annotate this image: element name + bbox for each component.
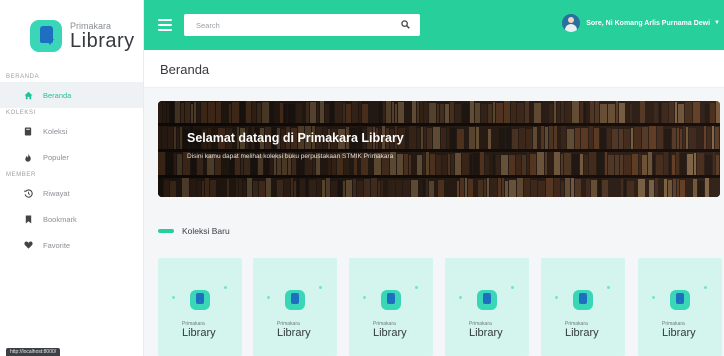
search-icon[interactable] [401,20,410,29]
chevron-down-icon: ▼ [714,20,720,26]
search-input[interactable] [184,20,384,30]
sidebar-item-riwayat[interactable]: Riwayat [0,180,143,206]
sidebar-section-koleksi: KOLEKSI [6,110,36,116]
book-card-title: Library [277,327,311,339]
brand-bottom-text: Library [70,29,135,52]
sidebar-item-favorite[interactable]: Favorite [0,232,143,258]
brand[interactable]: Primakara Library [0,0,143,72]
library-logo-icon [477,290,497,310]
bookmark-icon [22,213,34,225]
book-card-title: Library [182,327,216,339]
sidebar-item-label: Beranda [43,90,72,100]
library-logo-icon [573,290,593,310]
sidebar-item-label: Bookmark [43,214,77,224]
library-logo-icon [670,290,690,310]
brand-text: Primakara Library [70,21,135,52]
book-card-title: Library [469,327,503,339]
banner-title: Selamat datang di Primakara Library [187,131,404,145]
book-card[interactable]: Primakara Library [541,258,625,356]
sidebar-item-label: Koleksi [43,126,68,136]
accent-bar [158,229,174,233]
book-card[interactable]: Primakara Library [638,258,722,356]
page-title: Beranda [160,62,210,77]
topbar: Sore, Ni Komang Arlis Purnama Dewi ▼ [144,0,724,50]
browser-status-bar: http://localhost:8000/ [6,348,61,356]
welcome-banner: Selamat datang di Primakara Library Disi… [158,101,720,197]
book-card-title: Library [565,327,599,339]
library-logo-icon [285,290,305,310]
sidebar: Primakara Library BERANDA Beranda KOLEKS… [0,0,144,356]
sidebar-item-label: Favorite [43,240,71,250]
page-header: Beranda [144,50,724,88]
collection-title: Koleksi Baru [182,226,230,236]
sidebar-item-populer[interactable]: Populer [0,144,143,170]
fire-icon [22,151,34,163]
book-card-title: Library [373,327,407,339]
app: Primakara Library BERANDA Beranda KOLEKS… [0,0,724,356]
library-logo-icon [30,20,62,52]
book-card[interactable]: Primakara Library [349,258,433,356]
sidebar-section-member: MEMBER [6,172,36,178]
book-card[interactable]: Primakara Library [158,258,242,356]
banner-subtitle: Disini kamu dapat melihat koleksi buku p… [187,153,394,160]
sidebar-item-label: Populer [43,152,69,162]
collection-header: Koleksi Baru [158,226,230,236]
heart-icon [22,239,34,251]
library-logo-icon [381,290,401,310]
sidebar-item-beranda[interactable]: Beranda [0,82,143,108]
book-card[interactable]: Primakara Library [253,258,337,356]
collection-list: Primakara Library Primakara Library Prim… [158,258,724,356]
book-card[interactable]: Primakara Library [445,258,529,356]
library-logo-icon [190,290,210,310]
sidebar-section-beranda: BERANDA [6,74,40,80]
hamburger-menu-icon[interactable] [158,19,172,31]
search-box [184,14,420,36]
sidebar-item-label: Riwayat [43,188,70,198]
book-icon [22,125,34,137]
bookshelf-background-image [158,101,720,197]
sidebar-item-bookmark[interactable]: Bookmark [0,206,143,232]
history-icon [22,187,34,199]
home-icon [22,89,34,101]
book-card-title: Library [662,327,696,339]
sidebar-item-koleksi[interactable]: Koleksi [0,118,143,144]
user-name: Sore, Ni Komang Arlis Purnama Dewi [586,19,711,27]
user-menu[interactable]: Sore, Ni Komang Arlis Purnama Dewi ▼ [562,14,720,32]
avatar [562,14,581,32]
